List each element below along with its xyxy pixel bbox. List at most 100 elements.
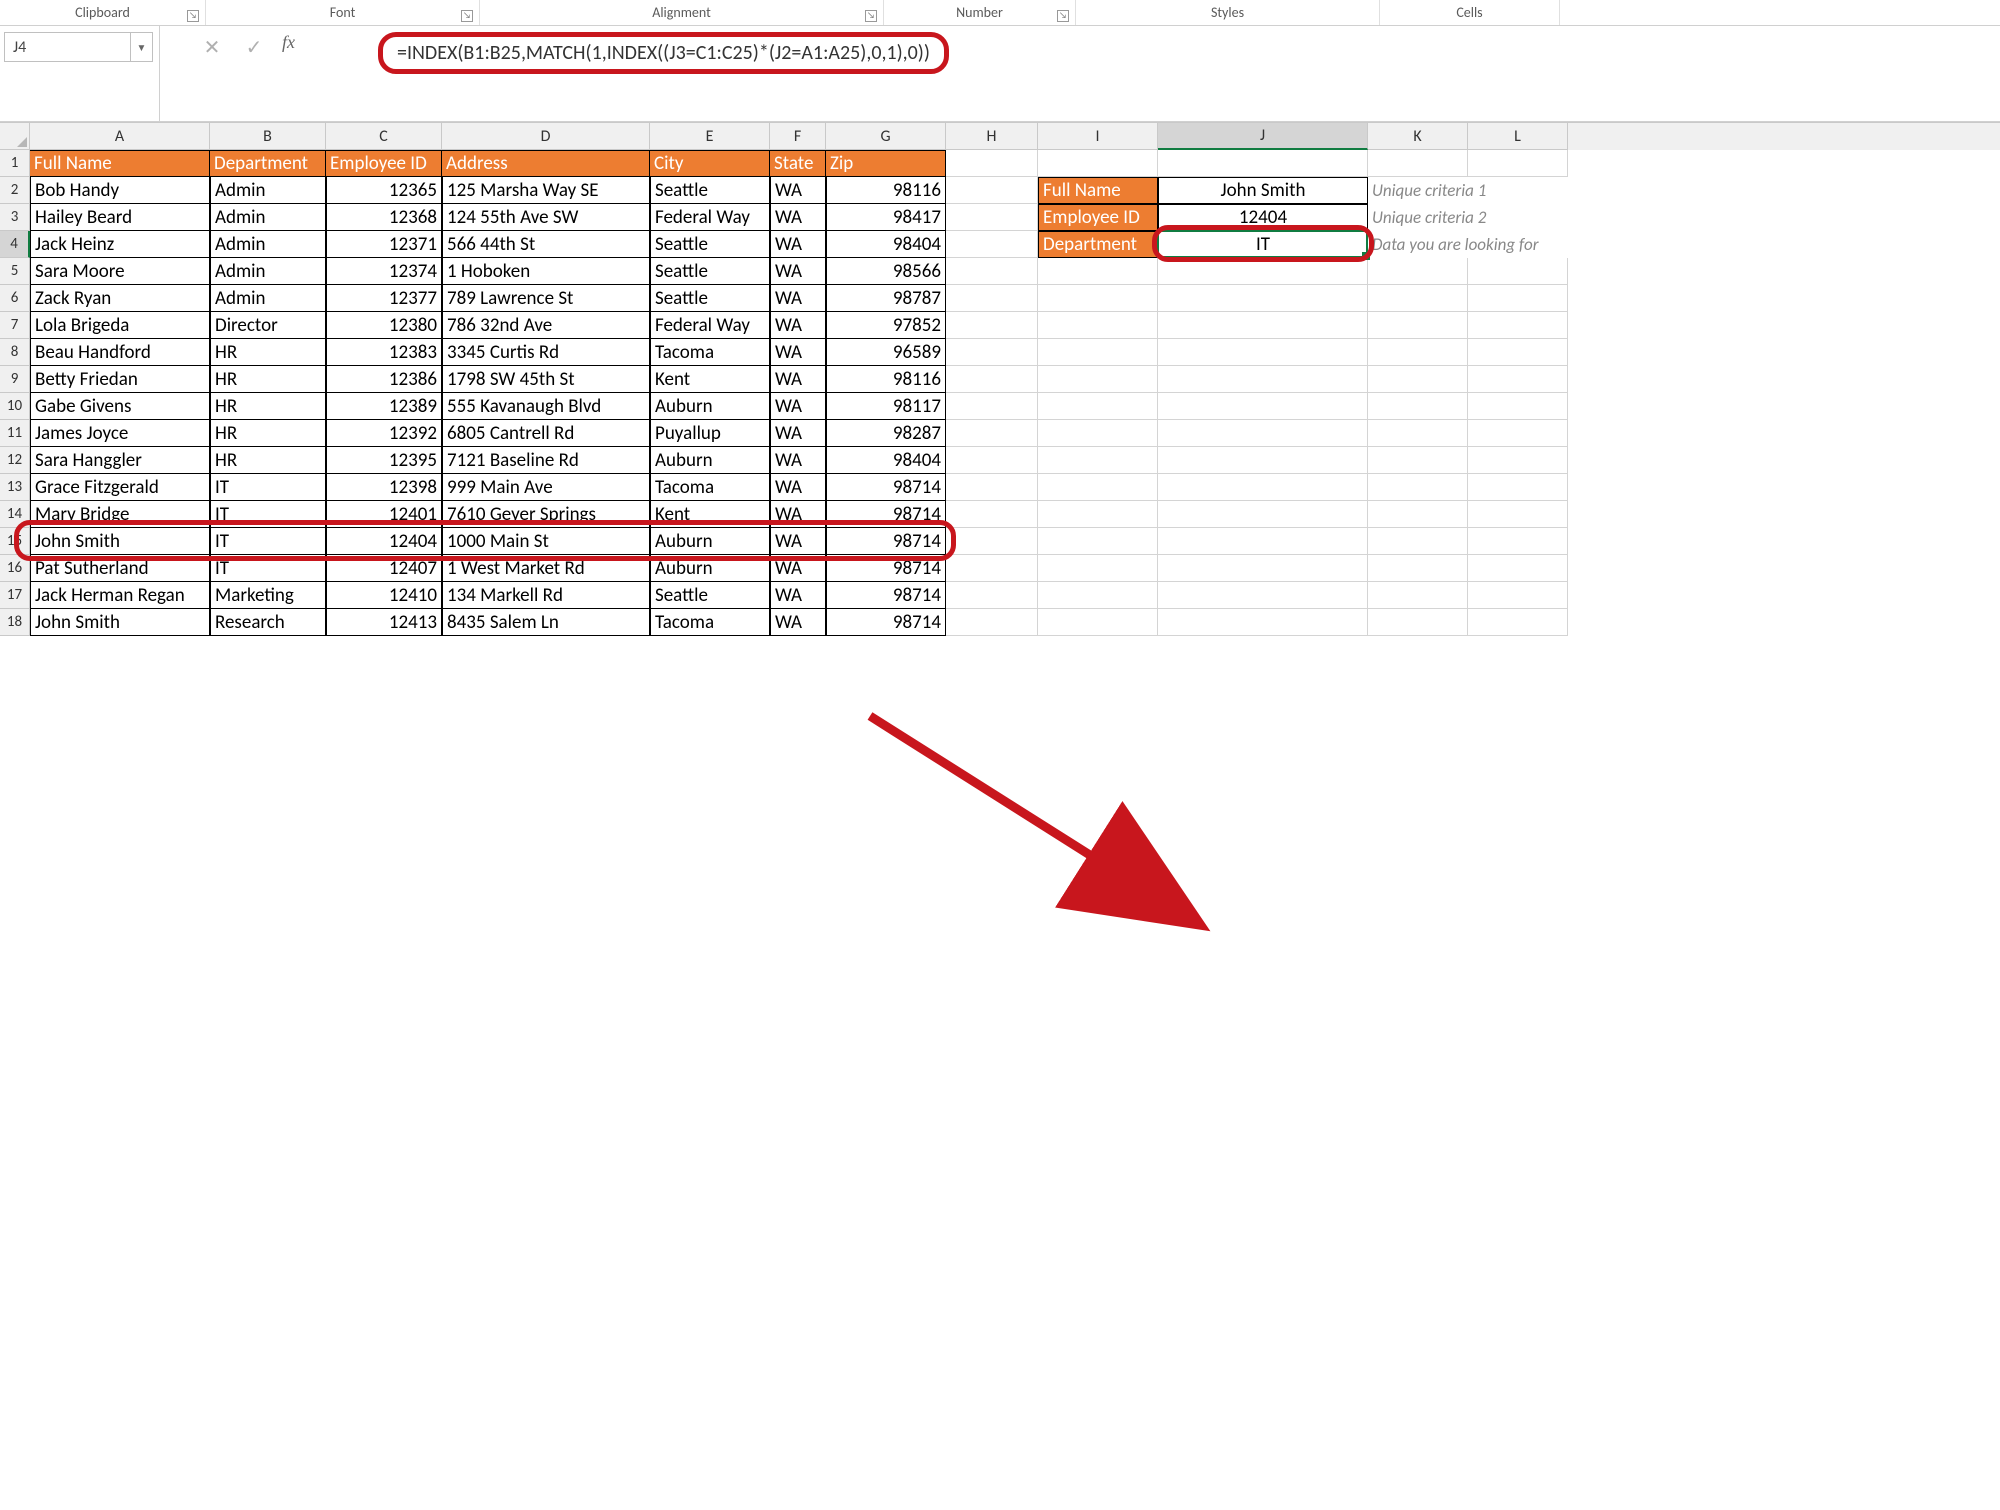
- cell-employee-id[interactable]: 12383: [326, 339, 442, 366]
- cell-employee-id[interactable]: 12386: [326, 366, 442, 393]
- cell-empty[interactable]: [1038, 420, 1158, 447]
- cell-city[interactable]: Auburn: [650, 555, 770, 582]
- cell-empty[interactable]: [1158, 609, 1368, 636]
- row-header-16[interactable]: 16: [0, 555, 30, 582]
- cell-empty[interactable]: [946, 582, 1038, 609]
- cell-fullname[interactable]: Gabe Givens: [30, 393, 210, 420]
- column-header-J[interactable]: J: [1158, 123, 1368, 150]
- cell-department[interactable]: HR: [210, 420, 326, 447]
- cell-city[interactable]: Auburn: [650, 447, 770, 474]
- column-header-G[interactable]: G: [826, 123, 946, 150]
- row-header-2[interactable]: 2: [0, 177, 30, 204]
- cell-state[interactable]: WA: [770, 231, 826, 258]
- cell-empty[interactable]: [1158, 312, 1368, 339]
- row-header-12[interactable]: 12: [0, 447, 30, 474]
- cell-empty[interactable]: [1368, 447, 1468, 474]
- cell-empty[interactable]: [1468, 312, 1568, 339]
- column-header-F[interactable]: F: [770, 123, 826, 150]
- cell-empty[interactable]: [1468, 366, 1568, 393]
- cell-empty[interactable]: [1158, 366, 1368, 393]
- table-header-employee-id[interactable]: Employee ID: [326, 150, 442, 177]
- name-box[interactable]: J4: [4, 32, 131, 62]
- cell-empty[interactable]: [1468, 582, 1568, 609]
- cell-state[interactable]: WA: [770, 177, 826, 204]
- cell-city[interactable]: Tacoma: [650, 339, 770, 366]
- cell-empty[interactable]: [1468, 258, 1568, 285]
- cell-department[interactable]: Marketing: [210, 582, 326, 609]
- cell-empty[interactable]: [1468, 420, 1568, 447]
- lookup-label-2[interactable]: Department: [1038, 231, 1158, 258]
- cell-address[interactable]: 7121 Baseline Rd: [442, 447, 650, 474]
- cell-department[interactable]: IT: [210, 555, 326, 582]
- cell-empty[interactable]: [1368, 366, 1468, 393]
- lookup-value-0[interactable]: John Smith: [1158, 177, 1368, 204]
- cell-fullname[interactable]: Hailey Beard: [30, 204, 210, 231]
- cell-empty[interactable]: [1368, 609, 1468, 636]
- cell-empty[interactable]: [1038, 474, 1158, 501]
- cell-empty[interactable]: [1468, 501, 1568, 528]
- row-header-6[interactable]: 6: [0, 285, 30, 312]
- select-all-corner[interactable]: [0, 123, 30, 150]
- cell-department[interactable]: HR: [210, 339, 326, 366]
- cell-state[interactable]: WA: [770, 447, 826, 474]
- row-header-8[interactable]: 8: [0, 339, 30, 366]
- cell-empty[interactable]: [1468, 339, 1568, 366]
- cell-empty[interactable]: [946, 258, 1038, 285]
- cell-empty[interactable]: [1158, 393, 1368, 420]
- cell-city[interactable]: Tacoma: [650, 609, 770, 636]
- cell-fullname[interactable]: Beau Handford: [30, 339, 210, 366]
- cell-state[interactable]: WA: [770, 420, 826, 447]
- column-header-I[interactable]: I: [1038, 123, 1158, 150]
- cell-empty[interactable]: [1468, 393, 1568, 420]
- cell-empty[interactable]: [1468, 150, 1568, 177]
- cell-empty[interactable]: [1038, 285, 1158, 312]
- lookup-label-1[interactable]: Employee ID: [1038, 204, 1158, 231]
- cell-state[interactable]: WA: [770, 582, 826, 609]
- cell-empty[interactable]: [946, 501, 1038, 528]
- cell-empty[interactable]: [946, 366, 1038, 393]
- cell-empty[interactable]: [946, 285, 1038, 312]
- enter-icon[interactable]: ✓: [240, 32, 268, 62]
- cell-empty[interactable]: [1038, 312, 1158, 339]
- cell-zip[interactable]: 98714: [826, 609, 946, 636]
- cell-empty[interactable]: [1158, 501, 1368, 528]
- cell-employee-id[interactable]: 12389: [326, 393, 442, 420]
- cell-city[interactable]: Tacoma: [650, 474, 770, 501]
- cell-zip[interactable]: 98714: [826, 474, 946, 501]
- cell-fullname[interactable]: Zack Ryan: [30, 285, 210, 312]
- dialog-launcher-icon[interactable]: ↘: [865, 10, 877, 22]
- cell-city[interactable]: Seattle: [650, 258, 770, 285]
- cell-empty[interactable]: [946, 339, 1038, 366]
- cell-employee-id[interactable]: 12377: [326, 285, 442, 312]
- cell-fullname[interactable]: Lola Brigeda: [30, 312, 210, 339]
- cell-address[interactable]: 3345 Curtis Rd: [442, 339, 650, 366]
- cell-empty[interactable]: [1368, 420, 1468, 447]
- cell-zip[interactable]: 98287: [826, 420, 946, 447]
- cell-address[interactable]: 999 Main Ave: [442, 474, 650, 501]
- cell-empty[interactable]: [946, 204, 1038, 231]
- cell-empty[interactable]: [946, 528, 1038, 555]
- cell-zip[interactable]: 96589: [826, 339, 946, 366]
- ribbon-group-cells[interactable]: Cells: [1380, 0, 1560, 25]
- cell-department[interactable]: Director: [210, 312, 326, 339]
- column-header-K[interactable]: K: [1368, 123, 1468, 150]
- cell-fullname[interactable]: Pat Sutherland: [30, 555, 210, 582]
- cell-state[interactable]: WA: [770, 555, 826, 582]
- cell-city[interactable]: Seattle: [650, 582, 770, 609]
- cell-empty[interactable]: [1158, 555, 1368, 582]
- cell-department[interactable]: IT: [210, 528, 326, 555]
- cell-address[interactable]: 1 West Market Rd: [442, 555, 650, 582]
- cell-address[interactable]: 8435 Salem Ln: [442, 609, 650, 636]
- column-header-B[interactable]: B: [210, 123, 326, 150]
- cell-empty[interactable]: [1038, 258, 1158, 285]
- cell-employee-id[interactable]: 12395: [326, 447, 442, 474]
- cell-state[interactable]: WA: [770, 258, 826, 285]
- cell-city[interactable]: Kent: [650, 366, 770, 393]
- cell-empty[interactable]: [946, 150, 1038, 177]
- row-header-4[interactable]: 4: [0, 231, 30, 258]
- cell-fullname[interactable]: Sara Hanggler: [30, 447, 210, 474]
- cell-empty[interactable]: [1368, 393, 1468, 420]
- fx-icon[interactable]: fx: [282, 32, 303, 53]
- cell-zip[interactable]: 97852: [826, 312, 946, 339]
- cell-department[interactable]: Research: [210, 609, 326, 636]
